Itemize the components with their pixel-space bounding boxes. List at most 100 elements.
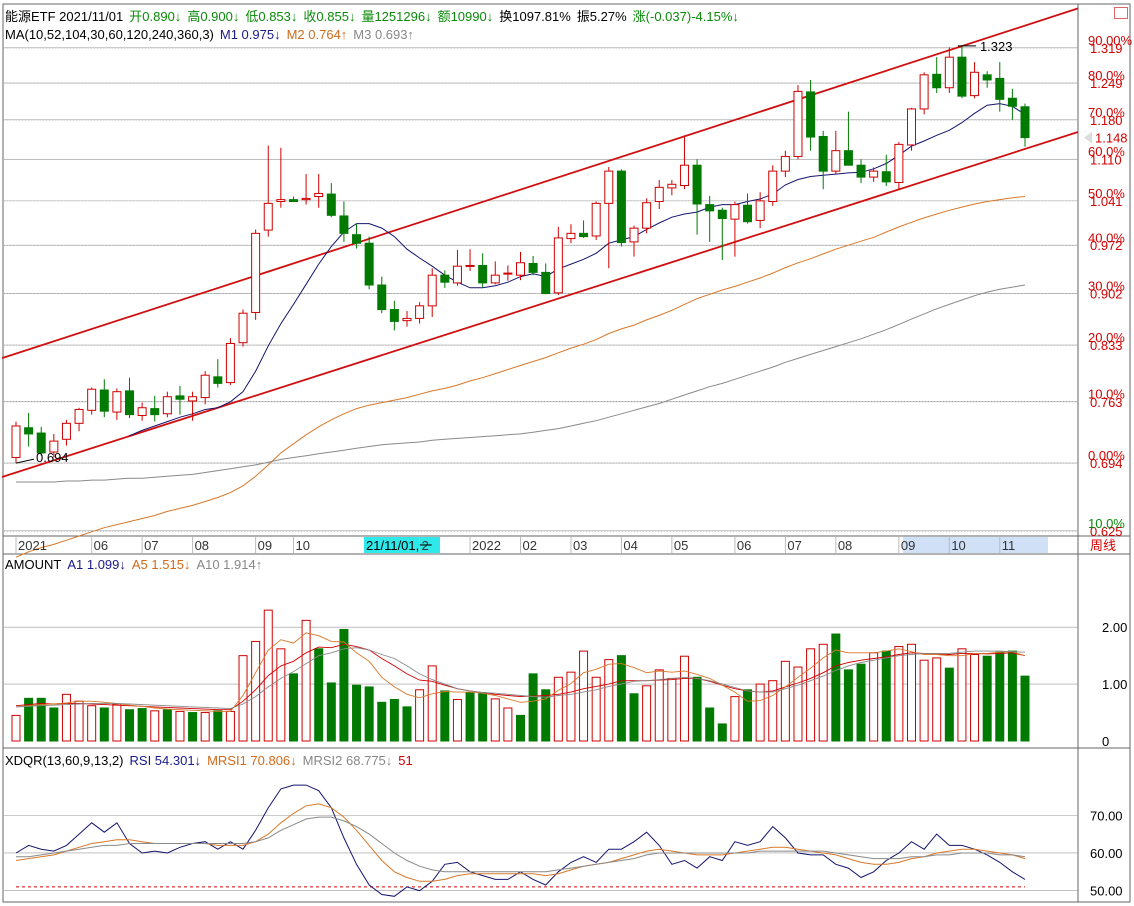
ma-line-m1 — [129, 103, 1026, 437]
candle-body — [377, 284, 387, 311]
amount-bar — [932, 657, 942, 742]
stock-chart[interactable]: 1.3191.2491.1801.1101.0410.9720.9020.833… — [0, 0, 1134, 906]
amount-bar — [137, 708, 147, 742]
percent-tick-label: 20.0% — [1088, 330, 1125, 345]
candle-body — [99, 389, 109, 412]
candle-body — [314, 192, 324, 198]
amount-bar — [1007, 650, 1017, 742]
candle-body — [11, 425, 21, 459]
low-price-label: 0.694 — [36, 450, 69, 465]
amount-bar — [906, 643, 916, 742]
candle-body — [389, 309, 399, 322]
candle-body — [516, 262, 525, 276]
xdqr-tick-label: 70.00 — [1090, 808, 1123, 823]
candle-body — [705, 204, 715, 212]
candle-body — [793, 90, 803, 157]
xdqr-line-rsi — [15, 784, 1026, 897]
ma-line-m2 — [15, 196, 1026, 558]
amount-bar — [87, 705, 97, 742]
candle-body — [919, 74, 929, 110]
candle-body — [629, 227, 639, 243]
candle-body — [780, 155, 790, 172]
amount-bar — [919, 659, 929, 742]
amount-bar — [717, 723, 727, 742]
percent-tick-label: 70.0% — [1088, 105, 1125, 120]
time-tick-label: 05 — [674, 538, 688, 553]
time-tick-label: 11 — [1002, 538, 1016, 553]
candle-body — [944, 56, 954, 89]
candle-body — [402, 317, 412, 322]
candle-body — [932, 73, 942, 89]
amount-bar — [440, 690, 450, 742]
header-amplitude: 振5.27% — [576, 9, 627, 24]
time-tick-label: 2021 — [18, 538, 47, 553]
candle-body — [150, 408, 160, 416]
amount-bar — [465, 692, 475, 742]
percent-tick-label: 0.00% — [1088, 448, 1125, 463]
candle-body — [200, 374, 210, 399]
amount-tick-label: 1.00 — [1102, 677, 1127, 692]
time-tick-label: 02 — [523, 538, 537, 553]
time-tick-label: 10 — [951, 538, 965, 553]
header-amount: 额10990↓ — [437, 9, 494, 24]
current-price-label: 1.148 — [1095, 131, 1128, 146]
window-toggle-icon[interactable] — [1114, 7, 1128, 19]
period-button-label: 周线 — [1090, 538, 1116, 553]
amount-a1: A1 1.099↓ — [67, 557, 126, 572]
time-tick-label: 07 — [144, 538, 158, 553]
amount-bar — [314, 648, 324, 742]
candle-body — [717, 209, 727, 219]
amount-bar — [944, 667, 954, 742]
header-turnover: 换1097.81% — [499, 9, 571, 24]
candle-body — [87, 388, 97, 411]
amount-bar — [970, 654, 980, 742]
current-price-pointer — [1084, 131, 1092, 144]
amount-bar — [301, 619, 311, 742]
amount-a10: A10 1.914↑ — [196, 557, 263, 572]
percent-tick-label: 60.0% — [1088, 144, 1125, 159]
candle-body — [452, 265, 462, 284]
amount-a5: A5 1.515↓ — [131, 557, 191, 572]
time-tick-label: 08 — [838, 538, 852, 553]
candle-body — [175, 395, 185, 400]
candle-body — [541, 271, 551, 295]
time-tick-label: 03 — [573, 538, 587, 553]
amount-bar — [743, 689, 753, 742]
candle-body — [440, 274, 450, 283]
amount-bar — [780, 660, 790, 742]
percent-tick-label: 10.0% — [1088, 386, 1125, 401]
candle-body — [503, 272, 513, 275]
amount-bar — [793, 666, 803, 742]
candle-body — [604, 170, 614, 204]
candle-body — [276, 199, 286, 202]
xdqr-tick-label: 60.00 — [1090, 846, 1123, 861]
amount-bar — [881, 650, 891, 742]
candle-body — [427, 274, 437, 307]
amount-bar — [503, 707, 513, 742]
candle-body — [679, 164, 689, 187]
amount-bar — [478, 692, 488, 742]
header-title: 能源ETF 2021/11/01 — [5, 9, 124, 24]
amount-bar — [616, 655, 626, 742]
amount-bar — [755, 683, 765, 742]
candle-body — [755, 200, 765, 221]
amount-tick-label: 2.00 — [1102, 620, 1127, 635]
candle-body — [957, 56, 967, 97]
amount-bar — [389, 698, 399, 742]
xdqr-mrsi1: MRSI1 70.806↓ — [207, 753, 297, 768]
percent-tick-label: 40.0% — [1088, 230, 1125, 245]
amount-bar — [692, 676, 702, 742]
xdqr-rsi: RSI 54.301↓ — [129, 753, 202, 768]
candle-body — [490, 274, 500, 284]
candle-body — [654, 186, 664, 202]
amount-bar — [604, 659, 614, 742]
amount-bar — [11, 714, 21, 742]
amount-bar — [452, 698, 462, 742]
candle-body — [806, 91, 816, 138]
amount-bar — [806, 648, 816, 742]
amount-bar — [1020, 675, 1030, 742]
amount-bar — [150, 710, 160, 742]
amount-bar — [705, 707, 715, 742]
xdqr-extra: 51 — [398, 753, 413, 768]
candle-body — [465, 264, 475, 267]
